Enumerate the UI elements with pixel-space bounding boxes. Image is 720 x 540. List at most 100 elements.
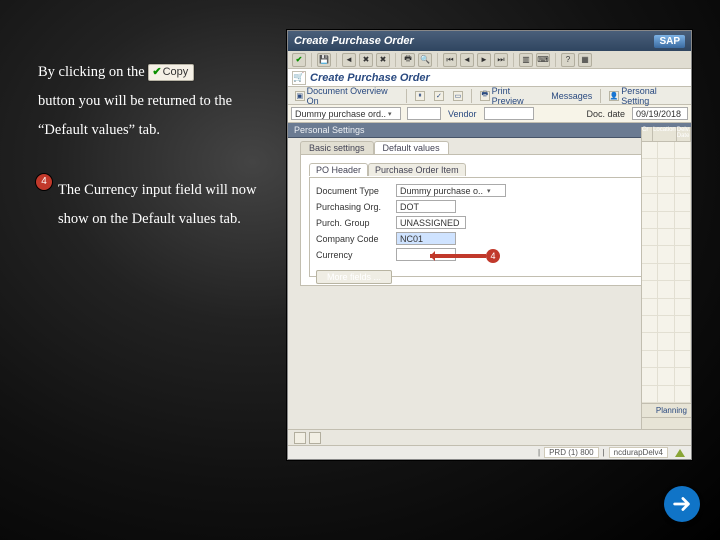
purch-group-input[interactable]: UNASSIGNED [396,216,466,229]
separator [513,53,514,67]
shortcut-icon[interactable]: ⌨ [536,53,550,67]
company-code-input[interactable]: NC01 [396,232,456,245]
help-icon[interactable]: ? [561,53,575,67]
docdate-input[interactable]: 09/19/2018 [632,107,688,120]
grid-row[interactable] [642,177,691,194]
messages-button[interactable]: Messages [548,89,595,103]
hold-button[interactable]: ⏸ [412,89,428,103]
settings-tabs: Basic settings Default values [288,138,691,154]
document-type-label: Document Type [316,186,396,196]
grid-header: Cr Location Delv. Date [642,127,691,142]
collapse-icon[interactable] [309,432,321,444]
exit-icon[interactable]: ✖ [359,53,373,67]
park-button[interactable]: ▭ [450,89,466,103]
vendor-input[interactable] [484,107,534,120]
tab-basic-settings[interactable]: Basic settings [300,141,374,154]
personal-settings-bar: Personal Settings [288,123,691,138]
po-num-input[interactable] [407,107,441,120]
company-code-label: Company Code [316,234,396,244]
printp-icon: 🖶 [480,91,490,101]
grid-row[interactable] [642,246,691,263]
para1b: button you will be returned to the “Defa… [38,93,232,138]
grid-row[interactable] [642,281,691,298]
col-delv-date: Delv. Date [677,127,691,141]
check-icon: ✔ [152,66,161,78]
grid-row[interactable] [642,386,691,403]
grid-row[interactable] [642,142,691,159]
grid-hscroll[interactable] [642,417,691,429]
arrow-right-icon [671,493,693,515]
doc-overview-label: Document Overview On [307,86,398,106]
new-session-icon[interactable]: ▥ [519,53,533,67]
layout-icon[interactable]: ▦ [578,53,592,67]
grid-row[interactable] [642,194,691,211]
more-fields-button[interactable]: More fields ... [316,270,392,284]
enter-icon[interactable]: ✔ [292,53,306,67]
print-preview-button[interactable]: 🖶Print Preview [477,89,545,103]
vendor-label: Vendor [444,109,481,119]
status-sep: | [538,448,540,457]
separator [437,53,438,67]
po-header-row: Dummy purchase ord..▾ Vendor Doc. date 0… [288,105,691,123]
personal-setting-label: Personal Setting [621,86,684,106]
planning-button[interactable]: Planning [642,403,691,417]
save-icon[interactable]: 💾 [317,53,331,67]
window-title: Create Purchase Order [294,35,414,47]
po-header-form: Document TypeDummy purchase o.. Purchasi… [309,177,670,277]
copy-button[interactable]: ✔Copy [148,64,194,81]
first-icon[interactable]: ⏮ [443,53,457,67]
bottom-toolbar [288,429,691,445]
po-subtabs: PO Header Purchase Order Item [309,163,466,176]
purch-group-label: Purch. Group [316,218,396,228]
grid-row[interactable] [642,299,691,316]
tab-po-item[interactable]: Purchase Order Item [368,163,466,176]
last-icon[interactable]: ⏭ [494,53,508,67]
separator [311,53,312,67]
grid-row[interactable] [642,333,691,350]
separator [395,53,396,67]
purchasing-org-input[interactable]: DOT [396,200,456,213]
hold-icon: ⏸ [415,91,425,101]
doc-icon: ▣ [295,91,305,101]
item-grid: Cr Location Delv. Date Planning [641,127,691,429]
doc-overview-button[interactable]: ▣Document Overview On [292,89,401,103]
grid-row[interactable] [642,159,691,176]
docdate-label: Doc. date [582,109,629,119]
grid-row[interactable] [642,316,691,333]
person-icon: 👤 [609,91,619,101]
instruction-paragraph-1: By clicking on the ✔Copy button you will… [38,58,268,145]
app-toolbar: ▣Document Overview On ⏸ ✓ ▭ 🖶Print Previ… [288,87,691,105]
app-subtitle: Create Purchase Order [310,72,430,84]
system-toolbar: ✔ 💾 ◄ ✖ ✖ 🖶 🔍 ⏮ ◄ ► ⏭ ▥ ⌨ ? ▦ [288,51,691,69]
expand-icon[interactable] [294,432,306,444]
grid-row[interactable] [642,229,691,246]
find-icon[interactable]: 🔍 [418,53,432,67]
callout-arrow [430,254,486,258]
cancel-icon[interactable]: ✖ [376,53,390,67]
next-icon[interactable]: ► [477,53,491,67]
check-button[interactable]: ✓ [431,89,447,103]
grid-row[interactable] [642,351,691,368]
sap-logo: SAP [654,35,685,48]
tab-default-values[interactable]: Default values [374,141,449,154]
col-cr: Cr [642,127,653,141]
next-slide-button[interactable] [664,486,700,522]
po-type-value: Dummy purchase ord.. [295,109,386,119]
grid-row[interactable] [642,368,691,385]
prev-icon[interactable]: ◄ [460,53,474,67]
copy-button-label: Copy [163,66,189,78]
para1a: By clicking on the [38,64,145,80]
chevron-down-icon: ▾ [388,110,392,118]
tab-po-header[interactable]: PO Header [309,163,368,176]
po-type-combo[interactable]: Dummy purchase ord..▾ [291,107,401,120]
document-type-input[interactable]: Dummy purchase o.. [396,184,506,197]
print-icon[interactable]: 🖶 [401,53,415,67]
col-location: Location [653,127,677,141]
back-icon[interactable]: ◄ [342,53,356,67]
instruction-paragraph-2: The Currency input field will now show o… [58,176,278,234]
check2-icon: ✓ [434,91,444,101]
personal-setting-button[interactable]: 👤Personal Setting [606,89,687,103]
grid-row[interactable] [642,264,691,281]
status-bar: | PRD (1) 800 | ncdurapDelv4 [288,445,691,459]
grid-row[interactable] [642,212,691,229]
